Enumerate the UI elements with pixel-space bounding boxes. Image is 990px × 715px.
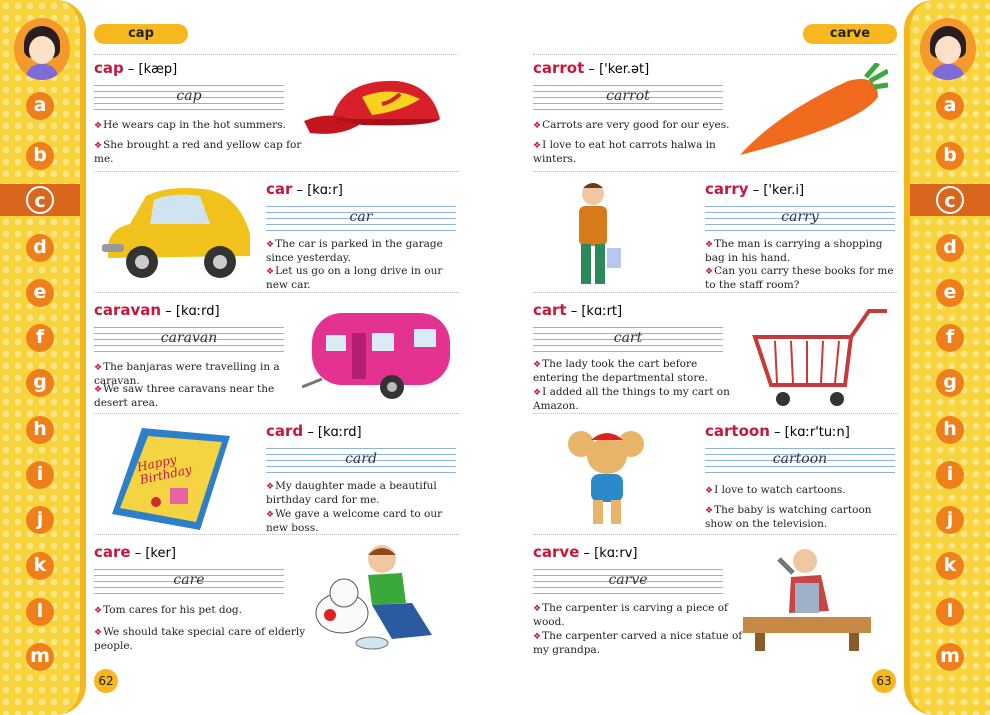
- entry-carry: carry – ['ker.i] carry The man is carryi…: [533, 178, 898, 293]
- headword-line: carve – [kɑːrv]: [533, 543, 638, 561]
- letter-tab-m[interactable]: m: [936, 643, 964, 671]
- letter-tab-b[interactable]: b: [936, 142, 964, 170]
- man-with-bag-icon: [563, 180, 633, 292]
- letter-tab-k[interactable]: k: [26, 552, 54, 580]
- page-number-right: 63: [872, 669, 896, 693]
- example-sentence: Tom cares for his pet dog.: [94, 604, 306, 618]
- header-divider-right: [533, 54, 897, 55]
- shopping-cart-icon: [751, 307, 893, 411]
- example-sentence: Let us go on a long drive in our new car…: [266, 265, 458, 292]
- headword-line: carrot – ['ker.ət]: [533, 59, 650, 77]
- example-sentence: We gave a welcome card to our new boss.: [266, 508, 458, 535]
- letter-tab-g[interactable]: g: [26, 369, 54, 397]
- handwriting-lines: carrot: [533, 85, 723, 111]
- entry-care: care – [ker] care Tom cares for his pet …: [94, 541, 459, 655]
- example-sentence: The baby is watching cartoon show on the…: [705, 504, 897, 531]
- entry-card: card – [kɑːrd] card My daughter made a b…: [94, 420, 459, 535]
- example-sentence: The lady took the cart before entering t…: [533, 358, 745, 385]
- example-sentence: The man is carrying a shopping bag in hi…: [705, 238, 897, 265]
- example-sentence: Carrots are very good for our eyes.: [533, 119, 745, 133]
- entry-cart: cart – [kɑːrt] cart The lady took the ca…: [533, 299, 898, 414]
- letter-tab-a[interactable]: a: [936, 92, 964, 120]
- entry-carve: carve – [kɑːrv] carve The carpenter is c…: [533, 541, 898, 657]
- letter-tab-c-active[interactable]: c: [0, 184, 80, 216]
- entry-carrot: carrot – ['ker.ət] carrot Carrots are ve…: [533, 57, 898, 172]
- handwriting-lines: card: [266, 448, 456, 474]
- example-sentence: I love to eat hot carrots halwa in winte…: [533, 139, 745, 166]
- handwriting-lines: cartoon: [705, 448, 895, 474]
- headword-line: car – [kɑːr]: [266, 180, 343, 198]
- letter-tab-j[interactable]: j: [936, 506, 964, 534]
- headword-line: card – [kɑːrd]: [266, 422, 362, 440]
- page-number-left: 62: [94, 669, 118, 693]
- example-sentence: The carpenter carved a nice statue of my…: [533, 630, 745, 657]
- letter-tab-h[interactable]: h: [936, 416, 964, 444]
- letter-tab-f[interactable]: f: [936, 324, 964, 352]
- letter-tab-i[interactable]: i: [936, 461, 964, 489]
- example-sentence: The carpenter is carving a piece of wood…: [533, 602, 745, 629]
- example-sentence: My daughter made a beautiful birthday ca…: [266, 480, 458, 507]
- example-sentence: We saw three caravans near the desert ar…: [94, 383, 306, 410]
- guide-word-right: carve: [803, 24, 897, 44]
- girl-avatar-icon: [14, 18, 70, 80]
- letter-tab-i[interactable]: i: [26, 461, 54, 489]
- headword-line: cart – [kɑːrt]: [533, 301, 623, 319]
- guide-word-left: cap: [94, 24, 188, 44]
- example-sentence: Can you carry these books for me to the …: [705, 265, 897, 292]
- cartoon-mouse-icon: [567, 422, 647, 534]
- carpenter-icon: [741, 543, 891, 655]
- letter-tab-f[interactable]: f: [26, 324, 54, 352]
- carrot-icon: [738, 61, 890, 163]
- handwriting-lines: caravan: [94, 327, 284, 353]
- letter-tab-l[interactable]: l: [936, 598, 964, 626]
- headword-line: care – [ker]: [94, 543, 176, 561]
- entry-cap: cap – [kæp] cap He wears cap in the hot …: [94, 57, 459, 172]
- letter-tab-g[interactable]: g: [936, 369, 964, 397]
- caravan-icon: [301, 303, 452, 403]
- handwriting-lines: cap: [94, 85, 284, 111]
- girl-avatar-icon: [920, 18, 976, 80]
- entry-cartoon: cartoon – [kɑːr'tuːn] cartoon I love to …: [533, 420, 898, 535]
- boy-with-dog-icon: [302, 543, 452, 655]
- example-sentence: The car is parked in the garage since ye…: [266, 238, 458, 265]
- left-alphabet-sidebar: a b c d e f g h i j k l m: [0, 0, 86, 715]
- headword-line: carry – ['ker.i]: [705, 180, 805, 198]
- letter-tab-m[interactable]: m: [26, 643, 54, 671]
- entry-car: car – [kɑːr] car The car is parked in th…: [94, 178, 459, 293]
- example-sentence: I love to watch cartoons.: [705, 484, 897, 498]
- headword-line: cartoon – [kɑːr'tuːn]: [705, 422, 850, 440]
- handwriting-lines: care: [94, 569, 284, 595]
- letter-tab-e[interactable]: e: [936, 279, 964, 307]
- header-divider-left: [94, 54, 458, 55]
- letter-tab-b[interactable]: b: [26, 142, 54, 170]
- example-sentence: We should take special care of elderly p…: [94, 626, 306, 653]
- letter-tab-k[interactable]: k: [936, 552, 964, 580]
- example-sentence: He wears cap in the hot summers.: [94, 119, 306, 133]
- headword-line: caravan – [kɑːrd]: [94, 301, 220, 319]
- entry-caravan: caravan – [kɑːrd] caravan The banjaras w…: [94, 299, 459, 414]
- right-alphabet-sidebar: a b c d e f g h i j k l m: [904, 0, 990, 715]
- letter-tab-d[interactable]: d: [936, 234, 964, 262]
- birthday-card-icon: Happy Birthday: [112, 426, 232, 530]
- headword-line: cap – [kæp]: [94, 59, 178, 77]
- handwriting-lines: cart: [533, 327, 723, 353]
- cap-icon: [302, 59, 452, 159]
- example-sentence: I added all the things to my cart on Ama…: [533, 386, 745, 413]
- letter-tab-a[interactable]: a: [26, 92, 54, 120]
- handwriting-lines: carve: [533, 569, 723, 595]
- letter-tab-j[interactable]: j: [26, 506, 54, 534]
- letter-tab-h[interactable]: h: [26, 416, 54, 444]
- car-icon: [100, 184, 250, 284]
- handwriting-lines: carry: [705, 206, 895, 232]
- letter-tab-l[interactable]: l: [26, 598, 54, 626]
- example-sentence: She brought a red and yellow cap for me.: [94, 139, 306, 166]
- letter-tab-d[interactable]: d: [26, 234, 54, 262]
- handwriting-lines: car: [266, 206, 456, 232]
- letter-tab-e[interactable]: e: [26, 279, 54, 307]
- letter-tab-c-active[interactable]: c: [910, 184, 990, 216]
